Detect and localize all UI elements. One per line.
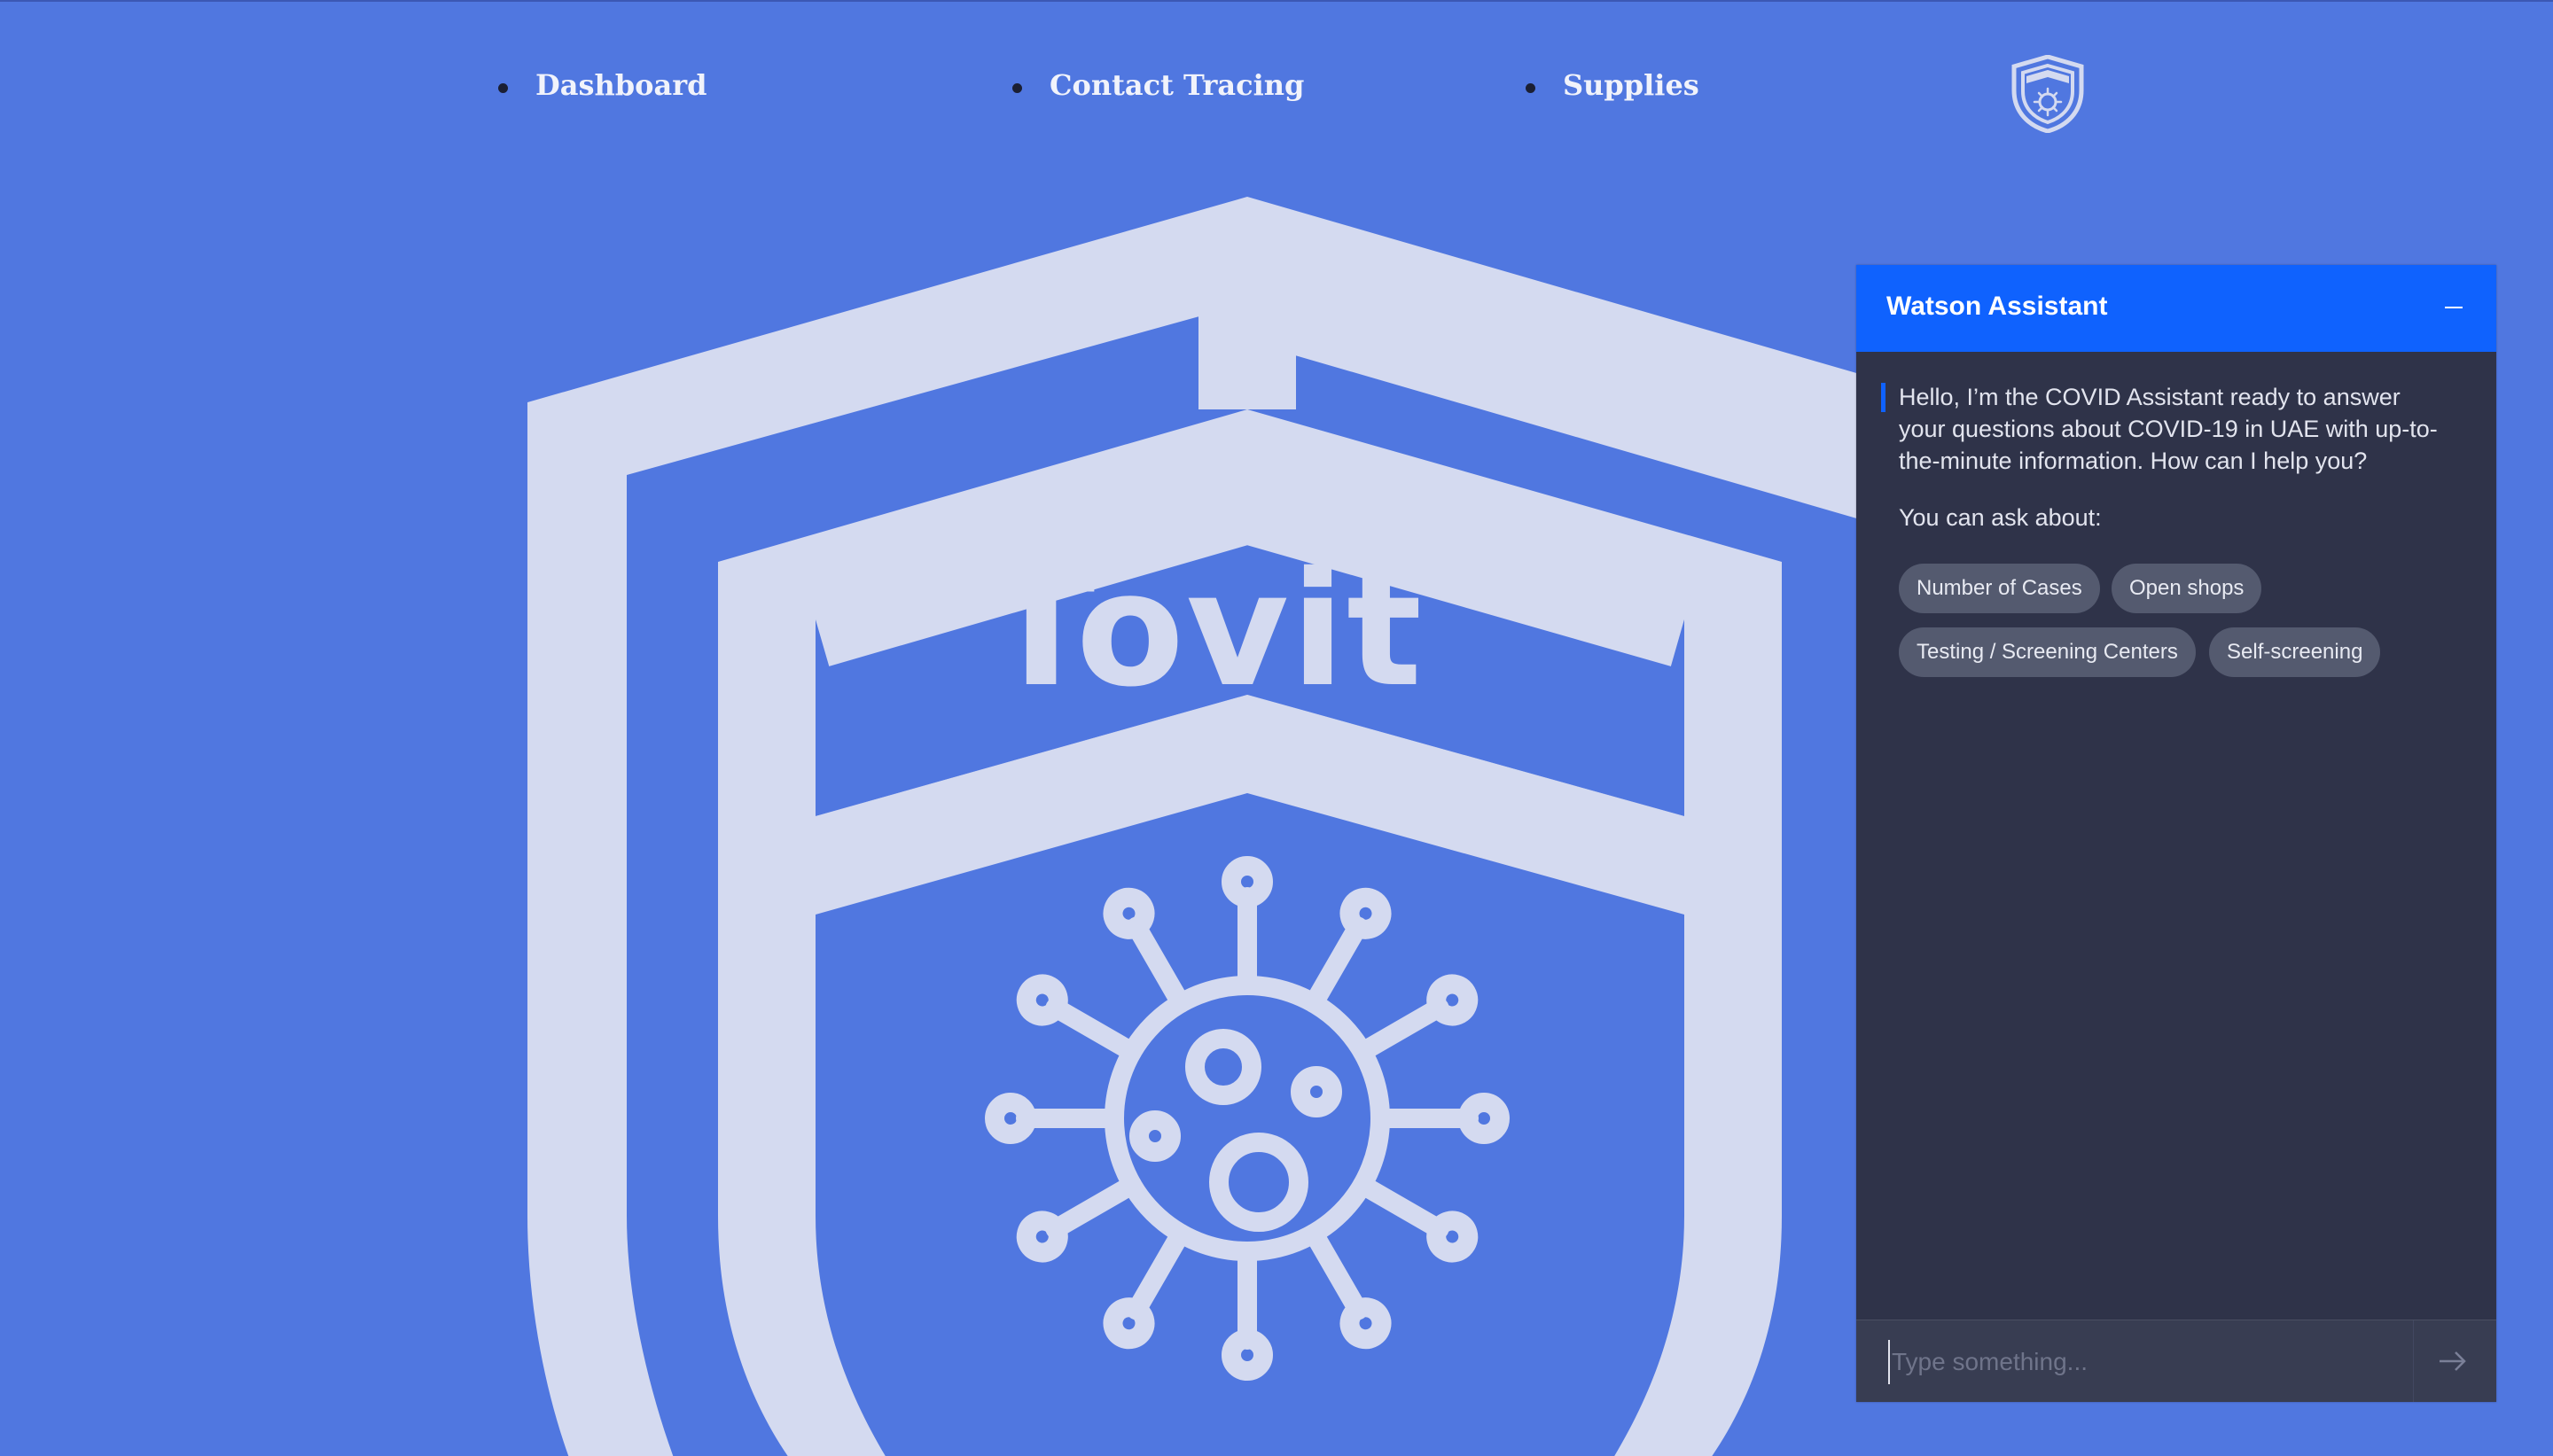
send-button[interactable]	[2424, 1333, 2480, 1390]
minus-icon	[2445, 307, 2463, 308]
nav-item-label: Dashboard	[535, 68, 707, 102]
chat-title: Watson Assistant	[1886, 292, 2108, 321]
bullet-icon	[1526, 83, 1535, 93]
nav-item-contact-tracing[interactable]: Contact Tracing	[1012, 68, 1305, 102]
nav-item-label: Contact Tracing	[1050, 68, 1305, 102]
nav-item-dashboard[interactable]: Dashboard	[498, 68, 707, 102]
top-nav: Dashboard Contact Tracing Supplies	[0, 54, 2553, 134]
hero-title: Tovit	[987, 538, 1425, 721]
divider	[2413, 1320, 2414, 1402]
arrow-right-icon	[2440, 1351, 2466, 1371]
nav-item-label: Supplies	[1563, 68, 1699, 102]
suggestion-number-of-cases[interactable]: Number of Cases	[1899, 564, 2100, 613]
bullet-icon	[1012, 83, 1022, 93]
page: Dashboard Contact Tracing Supplies Tovit…	[0, 0, 2553, 1456]
shield-virus-icon	[527, 197, 1968, 1456]
message-input[interactable]	[1888, 1340, 2425, 1384]
chat-header: Watson Assistant	[1856, 265, 2496, 352]
chat-panel: Watson Assistant Hello, I’m the COVID As…	[1856, 265, 2496, 1402]
logo[interactable]	[2010, 54, 2085, 134]
suggestion-testing-centers[interactable]: Testing / Screening Centers	[1899, 627, 2196, 677]
hero-shield: Tovit	[523, 197, 1968, 1456]
bullet-icon	[498, 83, 508, 93]
assistant-message: Hello, I’m the COVID Assistant ready to …	[1899, 384, 2438, 474]
shield-virus-icon	[2011, 54, 2084, 134]
message-indicator	[1881, 383, 1885, 412]
suggestion-self-screening[interactable]: Self-screening	[2209, 627, 2381, 677]
nav-item-supplies[interactable]: Supplies	[1526, 68, 1699, 102]
ask-label: You can ask about:	[1899, 504, 2102, 531]
chat-input-bar	[1856, 1320, 2496, 1402]
suggestion-open-shops[interactable]: Open shops	[2112, 564, 2262, 613]
minimize-button[interactable]	[2436, 290, 2471, 325]
